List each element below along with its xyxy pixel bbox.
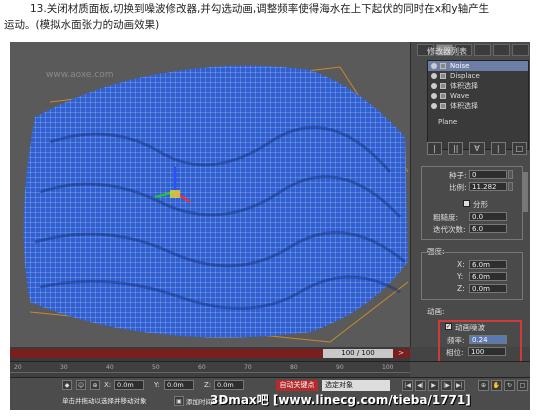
tick-label: 40	[106, 364, 114, 371]
base-object-plane[interactable]: Plane	[428, 117, 528, 127]
scale-spinner[interactable]: 11.282	[469, 182, 507, 191]
tick-label: 90	[336, 364, 344, 371]
absolute-mode-icon[interactable]: ⊕	[90, 380, 100, 390]
strength-z-label: Z:	[457, 284, 465, 293]
visibility-bulb-icon[interactable]	[431, 63, 437, 69]
time-tag-icon[interactable]: ▣	[174, 396, 184, 406]
seed-spinner[interactable]: 0	[469, 170, 507, 179]
visibility-bulb-icon[interactable]	[431, 73, 437, 79]
z-coord-label: Z:	[204, 381, 212, 389]
expand-box-icon[interactable]	[440, 93, 446, 99]
animation-label: 动画:	[427, 307, 445, 316]
scale-spinner-arrows[interactable]	[508, 182, 513, 191]
modifier-stack: Noise Displace 体积选择 Wave 体积选择 Plane	[427, 60, 529, 150]
tick-label: 20	[14, 364, 22, 371]
expand-box-icon[interactable]	[440, 83, 446, 89]
auto-key-button[interactable]: 自动关键点	[276, 380, 318, 391]
make-unique-button[interactable]: ∀	[469, 142, 485, 155]
remove-modifier-button[interactable]: |	[490, 142, 506, 155]
roughness-spinner[interactable]: 0.0	[469, 212, 507, 221]
water-wireframe-mesh	[23, 65, 409, 343]
y-coord-label: Y:	[154, 381, 160, 389]
strength-y-label: Y:	[457, 272, 464, 281]
tick-label: 60	[198, 364, 206, 371]
iterations-spinner[interactable]: 6.0	[469, 224, 507, 233]
seed-spinner-arrows[interactable]	[508, 170, 513, 179]
panel-scrollbar[interactable]	[523, 172, 528, 212]
pan-icon[interactable]: ✋	[491, 380, 502, 391]
x-coord-field[interactable]: 0.0m	[114, 380, 144, 390]
modifier-list-dropdown[interactable]: 修改器列表	[427, 46, 507, 58]
lock-selection-icon[interactable]: ◆	[62, 380, 72, 390]
x-coord-label: X:	[104, 381, 112, 389]
modifier-item-volselect[interactable]: 体积选择	[428, 81, 528, 91]
modifier-item-volselect-2[interactable]: 体积选择	[428, 101, 528, 111]
strength-z-spinner[interactable]: 0.0m	[469, 284, 507, 293]
site-watermark: 3Dmax吧 [www.linecg.com/tieba/1771]	[210, 393, 471, 407]
caption-line-1: 13.关闭材质面板,切换到噪波修改器,并勾选动画,调整频率使得海水在上下起伏的同…	[30, 3, 490, 15]
track-bar[interactable]: 20 30 40 50 60 70 80 90 100	[10, 361, 530, 378]
person-icon[interactable]: ☺	[76, 380, 86, 390]
stack-toolbar: | || ∀ | □	[427, 142, 528, 155]
tick-label: 80	[290, 364, 298, 371]
time-slider[interactable]: 100 / 100 >	[10, 347, 410, 361]
tick-label: 30	[60, 364, 68, 371]
maximize-viewport-icon[interactable]: □	[517, 380, 528, 391]
status-bar: ◆ ☺ ⊕ X: 0.0m Y: 0.0m Z: 0.0m 自动关键点 选定对象…	[10, 377, 530, 410]
time-slider-thumb[interactable]: 100 / 100	[323, 349, 393, 358]
goto-start-icon[interactable]: |◀	[402, 380, 413, 391]
y-coord-field[interactable]: 0.0m	[164, 380, 194, 390]
3dsmax-window: www.aoxe.com 修改器列表 Noise Displace 体积选择 W…	[10, 42, 530, 410]
fractal-label: 分形	[473, 200, 488, 209]
prompt-line: 单击并拖动以选择并移动对象	[62, 397, 147, 405]
prev-frame-icon[interactable]: ◀|	[415, 380, 426, 391]
roughness-label: 粗糙度:	[433, 213, 459, 222]
strength-x-spinner[interactable]: 6.0m	[469, 260, 507, 269]
scale-label: 比例:	[449, 183, 467, 192]
zoom-icon[interactable]: ⊕	[478, 380, 489, 391]
viewport-watermark: www.aoxe.com	[46, 70, 114, 80]
seed-label: 种子:	[449, 171, 467, 180]
utilities-tab-icon[interactable]	[512, 44, 529, 56]
configure-sets-button[interactable]: □	[511, 142, 528, 155]
z-coord-field[interactable]: 0.0m	[214, 380, 244, 390]
track-bar-right-area	[410, 362, 530, 378]
modifier-item-noise[interactable]: Noise	[428, 61, 528, 71]
play-icon[interactable]: ▶	[428, 380, 439, 391]
show-end-result-button[interactable]: ||	[448, 142, 464, 155]
iterations-label: 迭代次数:	[433, 225, 466, 234]
goto-end-icon[interactable]: ▶|	[454, 380, 465, 391]
strength-y-spinner[interactable]: 6.0m	[469, 272, 507, 281]
orbit-icon[interactable]: ↻	[504, 380, 515, 391]
visibility-bulb-icon[interactable]	[431, 83, 437, 89]
visibility-bulb-icon[interactable]	[431, 103, 437, 109]
expand-box-icon[interactable]	[440, 73, 446, 79]
expand-box-icon[interactable]	[440, 103, 446, 109]
visibility-bulb-icon[interactable]	[431, 93, 437, 99]
tick-label: 100	[382, 364, 394, 371]
pin-stack-button[interactable]: |	[427, 142, 443, 155]
modifier-item-wave[interactable]: Wave	[428, 91, 528, 101]
selection-set-dropdown[interactable]: 选定对象	[322, 380, 390, 391]
caption-line-2: 运动。(模拟水面张力的动画效果)	[4, 19, 160, 31]
fractal-checkbox[interactable]	[463, 200, 470, 207]
perspective-viewport[interactable]: www.aoxe.com	[10, 42, 410, 347]
strength-x-label: X:	[457, 260, 465, 269]
instruction-caption: 13.关闭材质面板,切换到噪波修改器,并勾选动画,调整频率使得海水在上下起伏的同…	[4, 1, 534, 33]
tick-label: 70	[244, 364, 252, 371]
next-frame-arrow-icon[interactable]: >	[396, 349, 406, 358]
tick-label: 50	[152, 364, 160, 371]
expand-box-icon[interactable]	[440, 63, 446, 69]
next-frame-icon[interactable]: |▶	[441, 380, 452, 391]
command-panel: 修改器列表 Noise Displace 体积选择 Wave 体积选择 Plan…	[410, 42, 530, 347]
modifier-item-displace[interactable]: Displace	[428, 71, 528, 81]
